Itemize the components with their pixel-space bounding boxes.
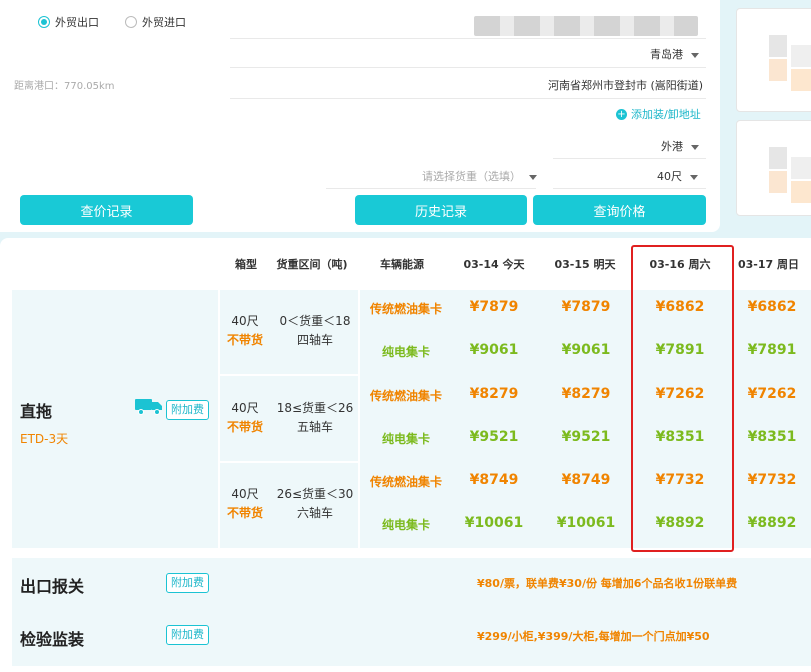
axle-type: 五轴车 <box>296 419 333 434</box>
box-type: 40尺 <box>231 314 259 328</box>
address-value[interactable]: 河南省郑州市登封市 (嵩阳街道) <box>548 77 703 93</box>
weight-range: 26≤货重＜30 <box>276 487 354 501</box>
addon-fee-tag[interactable]: 附加费 <box>166 625 209 645</box>
trade-type-radios: 外贸出口 外贸进口 <box>38 14 186 30</box>
etd-label: ETD-3天 <box>20 432 69 446</box>
chevron-down-icon <box>691 144 699 150</box>
price-cell[interactable]: ¥8749 <box>448 472 540 488</box>
weight-range: 0＜货重＜18 <box>279 314 351 328</box>
add-address-label: 添加装/卸地址 <box>631 108 701 121</box>
price-cell[interactable]: ¥7262 <box>726 386 811 402</box>
vehicle-energy: 传统燃油集卡 <box>369 388 442 403</box>
cargo-weight-placeholder: 请选择货重（选填） <box>422 170 521 183</box>
chevron-down-icon <box>691 52 699 58</box>
price-record-button[interactable]: 查价记录 <box>20 195 193 225</box>
side-card[interactable] <box>736 8 811 112</box>
fee-name: 检验监装 <box>20 630 85 649</box>
history-button[interactable]: 历史记录 <box>355 195 527 225</box>
price-cell[interactable]: ¥9061 <box>448 342 540 358</box>
fee-desc: ¥299/小柜,¥399/大柜,每增加一个门点加¥50 <box>477 630 710 643</box>
radio-import-label: 外贸进口 <box>142 16 186 29</box>
port-type-value: 外港 <box>661 140 683 153</box>
price-cell[interactable]: ¥6862 <box>726 299 811 315</box>
side-card[interactable] <box>736 120 811 216</box>
box-type: 40尺 <box>231 400 259 415</box>
port-type-select[interactable]: 外港 <box>661 138 699 154</box>
header-date-4: 03-17 周日 <box>737 258 799 271</box>
box-type: 40尺 <box>231 487 259 501</box>
service-name: 直拖 <box>20 402 53 421</box>
axle-type: 六轴车 <box>296 506 333 520</box>
price-cell[interactable]: ¥7732 <box>726 472 811 488</box>
price-cell[interactable]: ¥9521 <box>540 429 632 445</box>
header-date-2: 03-15 明天 <box>554 258 616 271</box>
addon-fee-tag[interactable]: 附加费 <box>166 400 209 420</box>
header-box-type: 箱型 <box>235 258 257 271</box>
container-size-select[interactable]: 40尺 <box>657 168 698 184</box>
fee-name: 出口报关 <box>20 577 85 596</box>
fee-desc: ¥80/票，联单费¥30/份 每增加6个品名收1份联单费 <box>477 577 738 590</box>
add-address-link[interactable]: + 添加装/卸地址 <box>616 106 701 122</box>
axle-type: 四轴车 <box>296 333 333 347</box>
cargo-weight-select[interactable]: 请选择货重（选填） <box>422 168 537 184</box>
header-weight: 货重区间（吨) <box>276 258 348 271</box>
vehicle-energy: 纯电集卡 <box>381 431 430 446</box>
price-cell[interactable]: ¥7891 <box>726 342 811 358</box>
price-cell[interactable]: ¥8892 <box>726 515 811 531</box>
vehicle-energy: 纯电集卡 <box>381 518 430 532</box>
vehicle-energy: 纯电集卡 <box>381 345 430 359</box>
radio-export-label: 外贸出口 <box>55 16 99 29</box>
price-cell[interactable]: ¥8279 <box>448 386 540 402</box>
container-size-value: 40尺 <box>657 170 682 183</box>
chevron-down-icon <box>529 174 537 180</box>
vehicle-energy: 传统燃油集卡 <box>369 302 442 316</box>
side-panel <box>728 0 811 232</box>
price-cell[interactable]: ¥9061 <box>540 342 632 358</box>
price-cell[interactable]: ¥8279 <box>540 386 632 402</box>
cargo-note: 不带货 <box>226 333 263 347</box>
price-cell[interactable]: ¥10061 <box>448 515 540 531</box>
cargo-note: 不带货 <box>226 506 263 520</box>
vehicle-energy: 传统燃油集卡 <box>369 475 442 489</box>
redacted-field <box>474 16 698 36</box>
plus-icon: + <box>616 108 627 120</box>
port-value: 青岛港 <box>650 48 683 61</box>
radio-dot-icon <box>125 16 137 28</box>
price-cell[interactable]: ¥9521 <box>448 429 540 445</box>
highlight-box <box>631 245 734 552</box>
truck-icon <box>135 399 162 415</box>
query-price-button[interactable]: 查询价格 <box>533 195 706 225</box>
port-select[interactable]: 青岛港 <box>650 46 699 62</box>
price-cell[interactable]: ¥8749 <box>540 472 632 488</box>
price-cell[interactable]: ¥7879 <box>540 299 632 315</box>
query-form: 外贸出口 外贸进口 青岛港 距离港口：770.05km 河南省郑州市登封市 (嵩… <box>0 0 720 232</box>
addon-fee-tag[interactable]: 附加费 <box>166 573 209 593</box>
chevron-down-icon <box>690 174 698 180</box>
radio-export[interactable]: 外贸出口 <box>38 14 99 30</box>
price-cell[interactable]: ¥7879 <box>448 299 540 315</box>
cargo-note: 不带货 <box>226 419 263 434</box>
header-date-1: 03-14 今天 <box>463 258 525 271</box>
weight-range: 18≤货重＜26 <box>276 400 354 415</box>
header-energy: 车辆能源 <box>380 258 424 271</box>
price-cell[interactable]: ¥8351 <box>726 429 811 445</box>
radio-import[interactable]: 外贸进口 <box>125 14 186 30</box>
price-cell[interactable]: ¥10061 <box>540 515 632 531</box>
distance-label: 距离港口：770.05km <box>14 81 115 92</box>
radio-dot-icon <box>38 16 50 28</box>
